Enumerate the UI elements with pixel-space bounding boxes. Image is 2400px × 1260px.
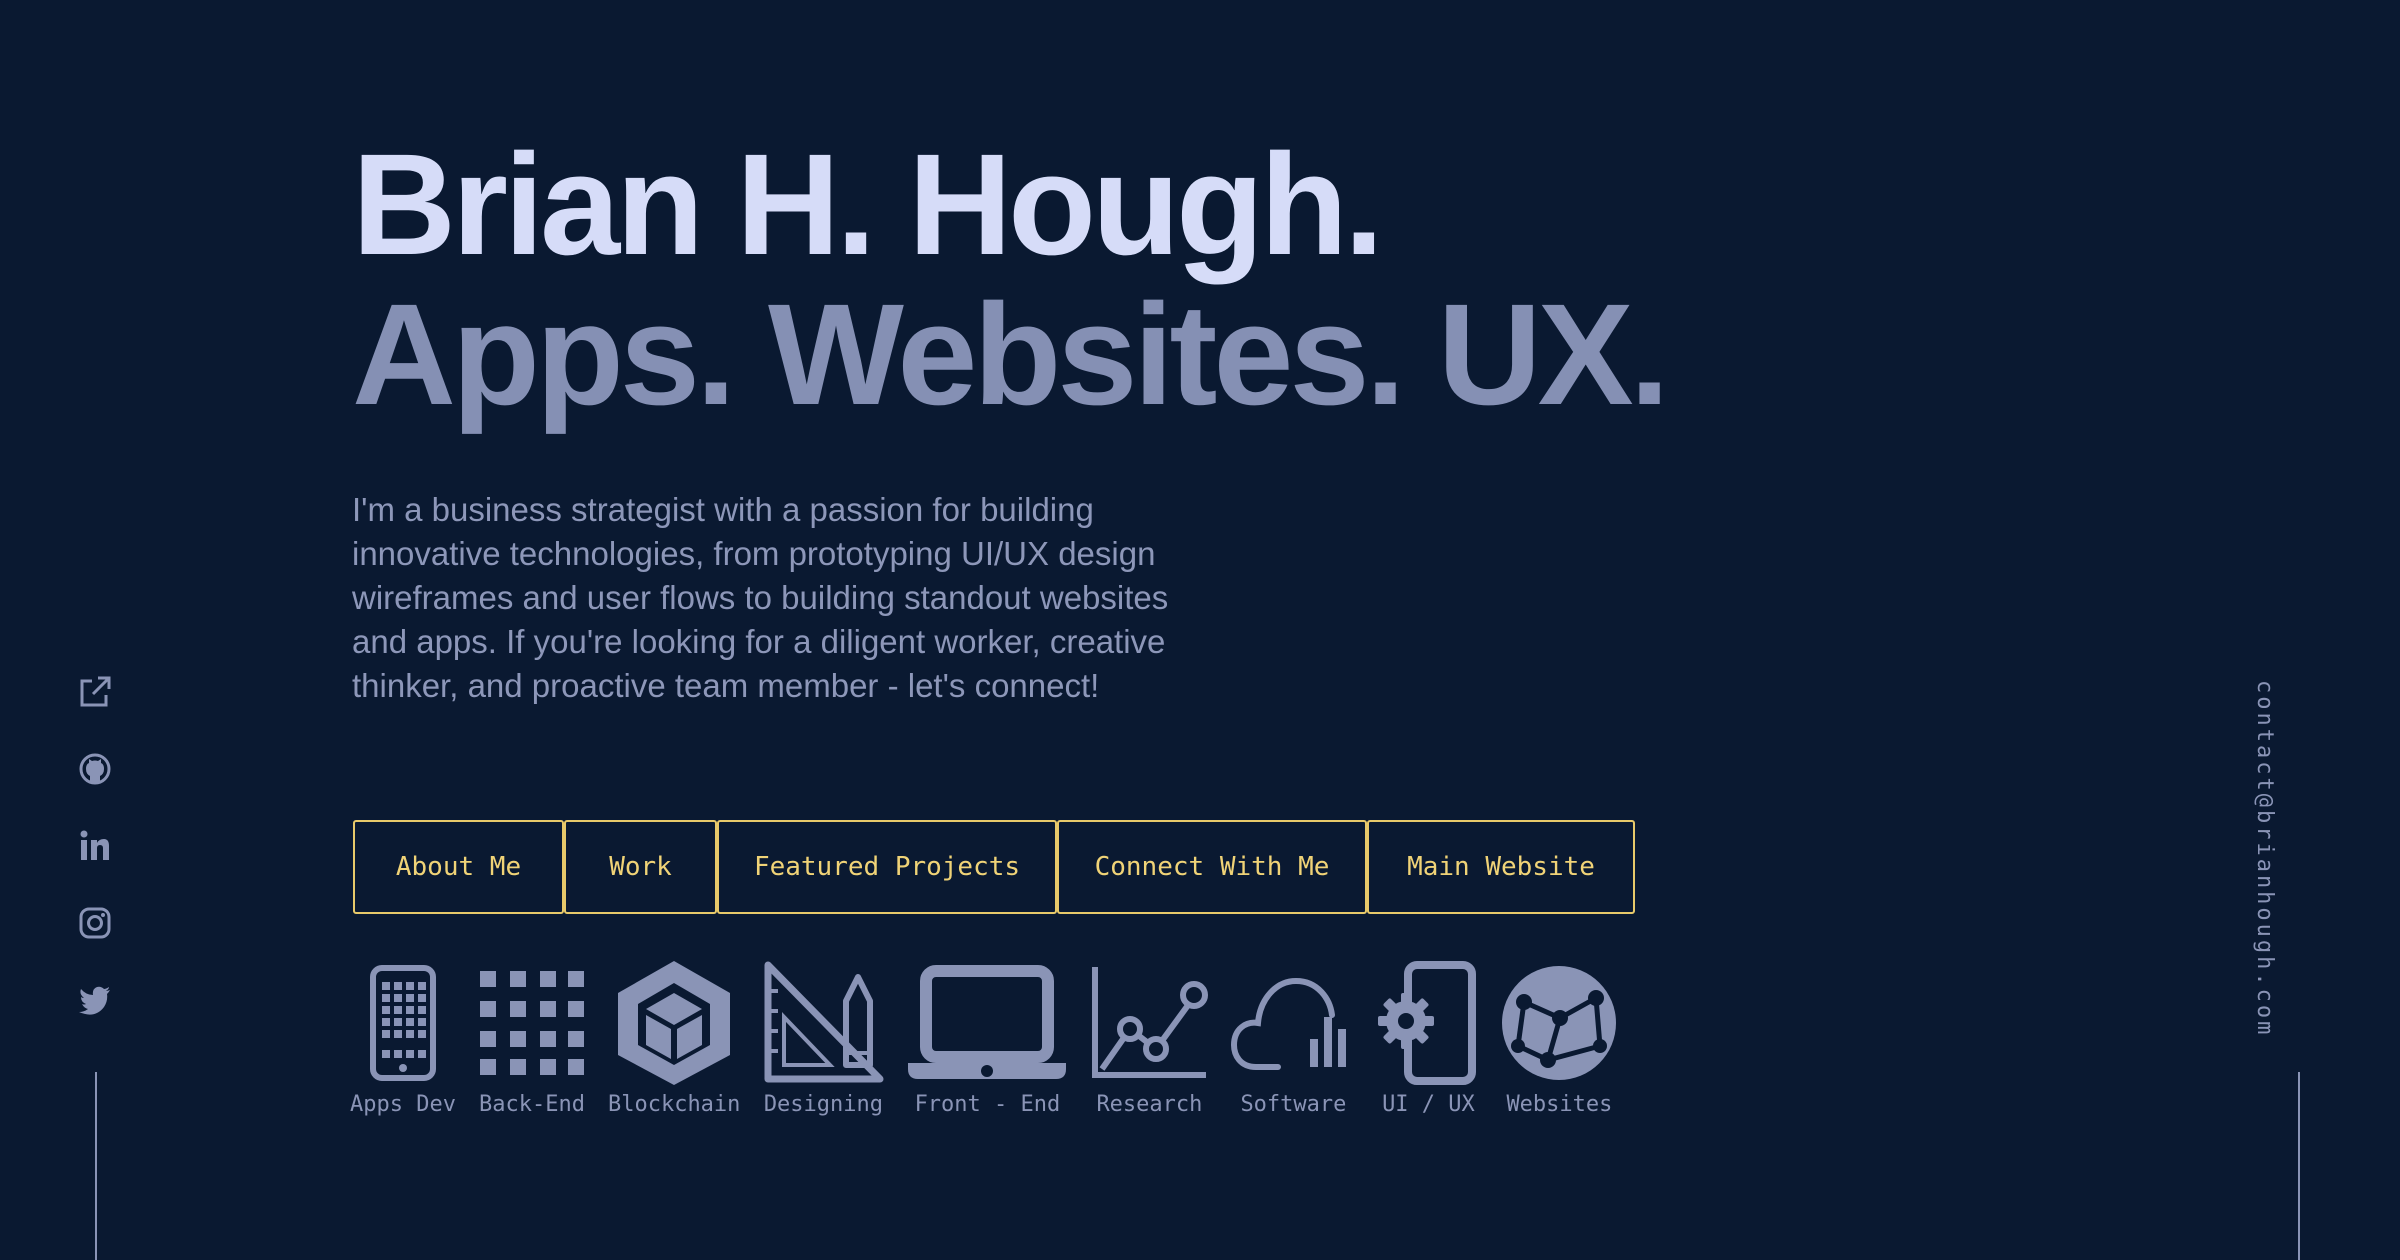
skills-list: Apps Dev Back-End Blockchain Designing F…	[350, 958, 1640, 1117]
skill-label: Front - End	[914, 1092, 1061, 1117]
grid-icon	[478, 958, 586, 1088]
skill-software: Software	[1230, 958, 1356, 1117]
right-divider-line	[2298, 1072, 2300, 1260]
social-links	[75, 672, 115, 1057]
mobile-phone-icon	[368, 958, 438, 1088]
hero-tagline: Apps. Websites. UX.	[352, 274, 1670, 435]
skill-websites: Websites	[1500, 958, 1618, 1117]
instagram-icon[interactable]	[75, 903, 115, 943]
skill-blockchain: Blockchain	[608, 958, 740, 1117]
skill-apps-dev: Apps Dev	[350, 958, 456, 1117]
skill-back-end: Back-End	[478, 958, 586, 1117]
about-me-button[interactable]: About Me	[353, 820, 564, 914]
hero-bio: I'm a business strategist with a passion…	[352, 491, 1169, 704]
nav-buttons: About Me Work Featured Projects Connect …	[353, 820, 1635, 914]
skill-label: Websites	[1506, 1092, 1613, 1117]
skill-label: UI / UX	[1382, 1092, 1475, 1117]
laptop-icon	[906, 958, 1068, 1088]
main-website-button[interactable]: Main Website	[1367, 820, 1635, 914]
external-link-icon[interactable]	[75, 672, 115, 712]
globe-network-icon	[1500, 958, 1618, 1088]
skill-label: Software	[1240, 1092, 1347, 1117]
skill-ui-ux: UI / UX	[1378, 958, 1478, 1117]
work-button[interactable]: Work	[564, 820, 717, 914]
skill-designing: Designing	[762, 958, 884, 1117]
hero-name: Brian H. Hough.	[352, 124, 1384, 285]
skill-label: Apps Dev	[350, 1092, 456, 1117]
contact-email-link[interactable]: contact@brianhough.com	[2249, 680, 2279, 1037]
skill-research: Research	[1090, 958, 1209, 1117]
left-divider-line	[95, 1072, 97, 1260]
hero: Brian H. Hough. Apps. Websites. UX.	[352, 130, 1752, 430]
cube-icon	[614, 958, 734, 1088]
phone-gear-icon	[1378, 958, 1478, 1088]
ruler-pencil-icon	[762, 958, 884, 1088]
skill-label: Research	[1096, 1092, 1203, 1117]
skill-label: Back-End	[478, 1092, 585, 1117]
skill-label: Designing	[763, 1092, 884, 1117]
cloud-chart-icon	[1230, 958, 1356, 1088]
connect-with-me-button[interactable]: Connect With Me	[1057, 820, 1367, 914]
skill-label: Blockchain	[607, 1092, 741, 1117]
skill-front-end: Front - End	[906, 958, 1068, 1117]
line-chart-icon	[1090, 958, 1209, 1088]
github-icon[interactable]	[75, 749, 115, 789]
twitter-icon[interactable]	[75, 980, 115, 1020]
featured-projects-button[interactable]: Featured Projects	[717, 820, 1057, 914]
linkedin-icon[interactable]	[75, 826, 115, 866]
